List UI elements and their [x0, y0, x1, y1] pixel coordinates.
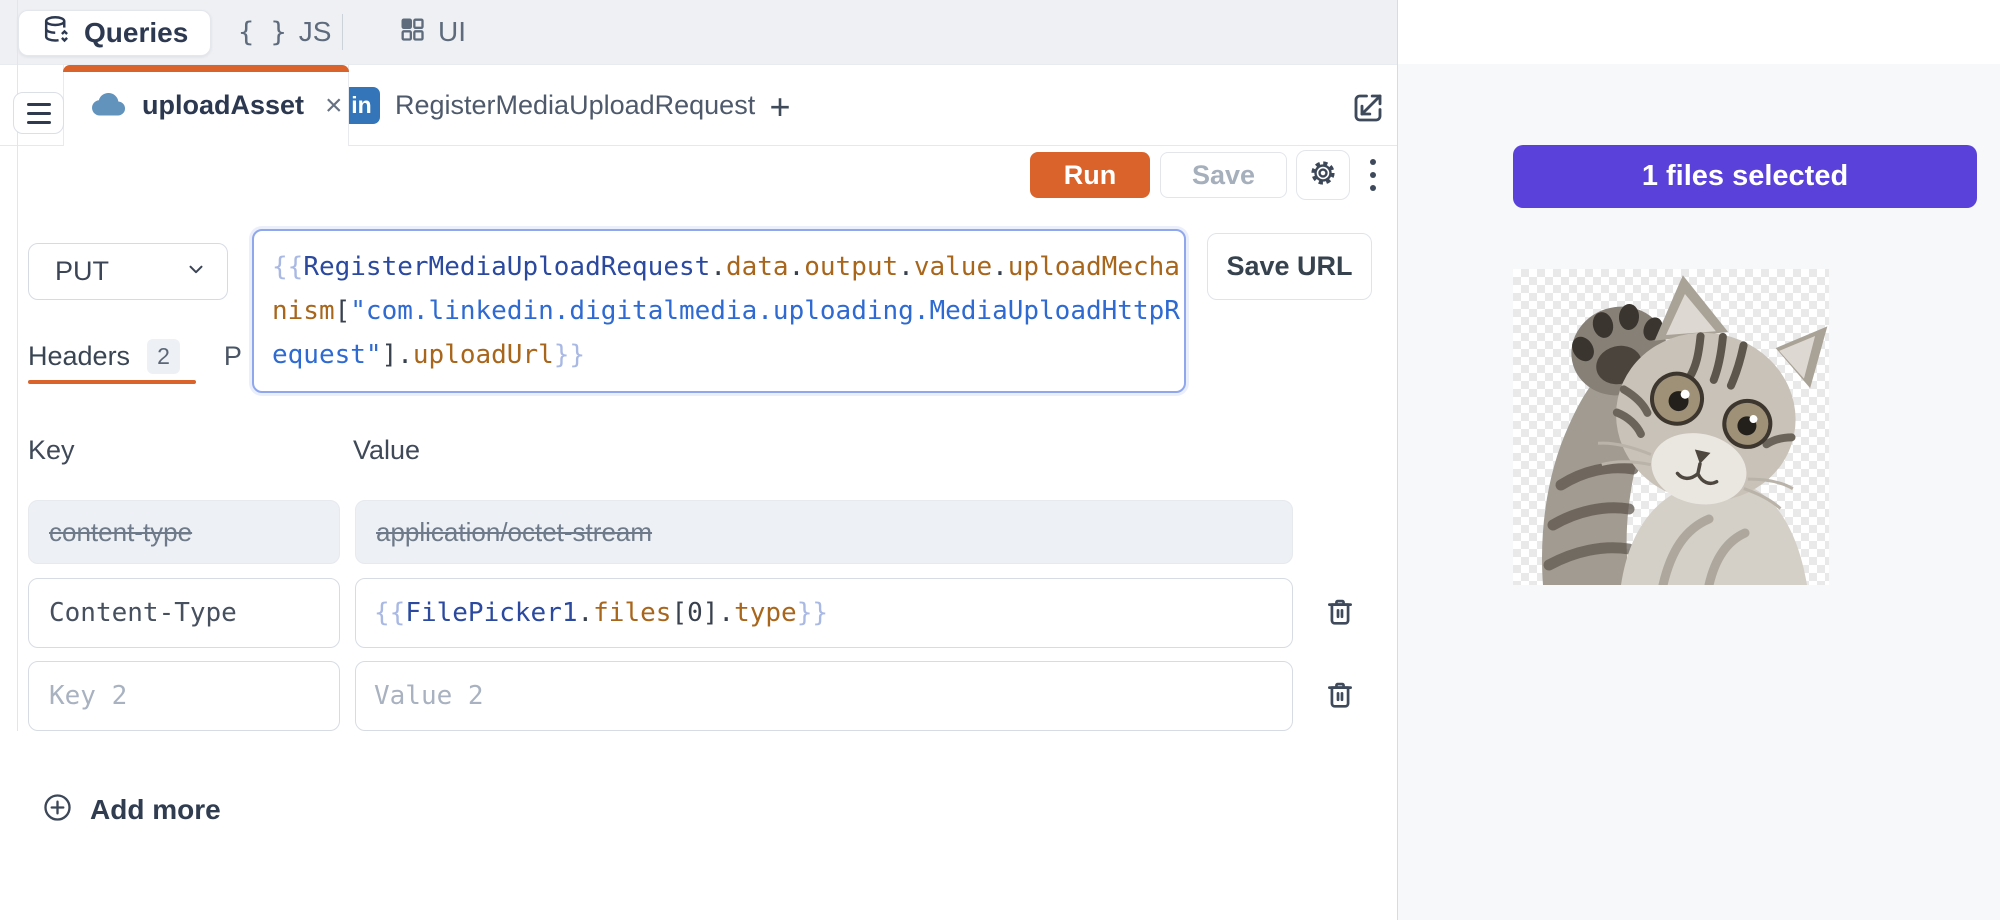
tab-headers[interactable]: Headers — [28, 341, 130, 372]
ui-grid-icon — [398, 15, 426, 50]
query-list-menu-button[interactable] — [13, 92, 64, 134]
ui-mode-button[interactable]: UI — [398, 10, 466, 54]
tab-params[interactable]: P — [224, 341, 242, 372]
active-subtab-underline — [28, 380, 196, 384]
save-button-label: Save — [1192, 160, 1255, 191]
queries-mode-label: Queries — [84, 17, 188, 49]
new-header-key-field — [28, 661, 340, 731]
header-value-field-disabled[interactable]: application/octet-stream — [355, 500, 1293, 564]
delete-header-row-button[interactable] — [1318, 591, 1362, 635]
file-picker-label: 1 files selected — [1642, 160, 1848, 193]
url-code-line: {{RegisterMediaUploadRequest.data.output… — [272, 245, 1166, 289]
header-key-value: content-type — [29, 517, 192, 548]
add-more-label: Add more — [90, 794, 221, 826]
url-code-editor[interactable]: {{RegisterMediaUploadRequest.data.output… — [252, 229, 1186, 393]
expand-panel-button[interactable] — [1346, 88, 1390, 132]
headers-count-badge: 2 — [147, 339, 180, 374]
header-key-input[interactable] — [29, 598, 339, 628]
header-value-value: application/octet-stream — [356, 517, 652, 548]
delete-new-header-row-button[interactable] — [1318, 674, 1362, 718]
tab-uploadasset-label: uploadAsset — [142, 90, 304, 121]
tab-registermediauploadrequest[interactable]: in RegisterMediaUploadRequest — [322, 65, 755, 145]
top-toolbar: Queries { } JS UI — [0, 0, 1397, 65]
ui-mode-label: UI — [438, 16, 466, 48]
js-mode-button[interactable]: { } JS — [238, 10, 331, 54]
http-method-value: PUT — [55, 256, 109, 287]
cat-raising-paw-photo — [1513, 269, 1829, 585]
save-url-button[interactable]: Save URL — [1207, 233, 1372, 300]
active-tab-accent-bar — [63, 65, 349, 72]
new-header-value-field — [355, 661, 1293, 731]
cat-illustration — [1513, 269, 1829, 585]
trash-icon — [1323, 677, 1357, 716]
header-key-field-disabled[interactable]: content-type — [28, 500, 340, 564]
new-header-value-input[interactable] — [356, 681, 1292, 711]
plus-circle-icon — [42, 792, 73, 828]
key-column-header: Key — [28, 435, 75, 466]
header-value-code-field[interactable]: {{FilePicker1.files[0].type}} — [355, 578, 1293, 648]
save-button[interactable]: Save — [1160, 152, 1287, 198]
gear-icon — [1307, 157, 1339, 194]
http-method-select[interactable]: PUT — [28, 243, 228, 300]
url-code-line: equest"].uploadUrl}} — [272, 333, 1166, 377]
new-header-key-input[interactable] — [29, 681, 339, 711]
toolbar-divider — [342, 14, 343, 50]
curly-braces-icon: { } — [238, 17, 287, 48]
canvas-preview-header — [1398, 0, 2000, 64]
new-query-tab-button[interactable]: + — [758, 85, 802, 129]
run-button-label: Run — [1064, 160, 1116, 191]
file-picker-button[interactable]: 1 files selected — [1513, 145, 1977, 208]
url-code-line: nism["com.linkedin.digitalmedia.uploadin… — [272, 289, 1166, 333]
trash-icon — [1323, 594, 1357, 633]
query-settings-button[interactable] — [1296, 150, 1350, 200]
chevron-down-icon — [185, 256, 207, 287]
header-key-field — [28, 578, 340, 648]
expand-arrows-icon — [1350, 90, 1386, 131]
add-more-button[interactable]: Add more — [42, 792, 221, 828]
tab-registermediauploadrequest-label: RegisterMediaUploadRequest — [395, 90, 755, 121]
queries-mode-button[interactable]: Queries — [18, 10, 211, 56]
app-window: Queries { } JS UI — [0, 0, 2000, 920]
tab-uploadasset[interactable]: uploadAsset × — [63, 65, 349, 146]
run-button[interactable]: Run — [1030, 152, 1150, 198]
save-url-label: Save URL — [1226, 251, 1352, 282]
value-column-header: Value — [353, 435, 420, 466]
more-options-button[interactable] — [1356, 150, 1390, 200]
close-tab-icon[interactable]: × — [325, 91, 343, 121]
request-subtabs: Headers 2 P — [28, 334, 242, 378]
js-mode-label: JS — [299, 16, 332, 48]
cloud-icon — [89, 88, 129, 123]
database-queries-icon — [41, 14, 72, 52]
